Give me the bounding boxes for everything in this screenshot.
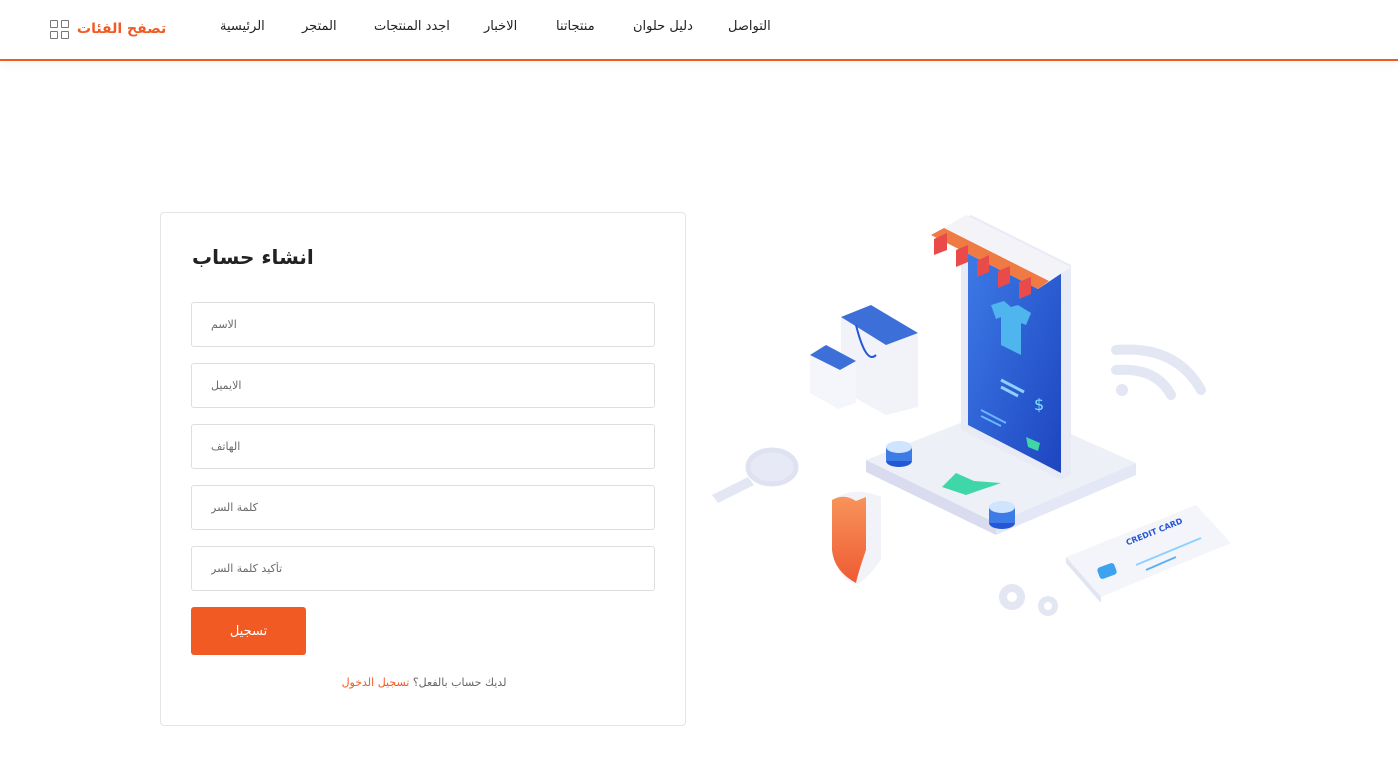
credit-card-icon: CREDIT CARD [1066,505,1231,603]
shield-icon [832,491,881,585]
nav-item-helwan-guide[interactable]: دليل حلوان [633,19,693,34]
magnifier-icon [712,447,799,503]
register-button[interactable]: تسجيل [191,607,306,655]
svg-text:$: $ [1034,395,1044,414]
email-input[interactable] [191,363,655,408]
name-input[interactable] [191,302,655,347]
register-card: انشاء حساب تسجيل لديك حساب بالفعل؟ تسجيل… [160,212,686,726]
confirm-password-input[interactable] [191,546,655,591]
shopping-bags-icon [810,305,918,415]
login-link[interactable]: تسجيل الدخول [342,676,410,689]
nav-item-news[interactable]: الاخبار [484,19,517,34]
register-title: انشاء حساب [192,245,314,269]
gears-icon [999,584,1058,616]
password-input[interactable] [191,485,655,530]
nav-item-contact[interactable]: التواصل [728,19,771,34]
phone-input[interactable] [191,424,655,469]
nav-item-new-products[interactable]: اجدد المنتجات [374,19,450,34]
main-nav: الرئيسية المتجر اجدد المنتجات الاخبار من… [0,19,1398,39]
nav-item-home[interactable]: الرئيسية [220,19,265,34]
top-header: تصفح الفئات الرئيسية المتجر اجدد المنتجا… [0,0,1398,61]
shopping-illustration: $ CREDIT CARD [712,215,1231,616]
login-prompt: لديك حساب بالفعل؟ تسجيل الدخول [161,676,687,689]
have-account-text: لديك حساب بالفعل؟ [412,676,507,689]
wifi-icon [1111,344,1206,400]
nav-item-store[interactable]: المتجر [302,19,337,34]
nav-item-our-products[interactable]: منتجاتنا [556,19,595,34]
